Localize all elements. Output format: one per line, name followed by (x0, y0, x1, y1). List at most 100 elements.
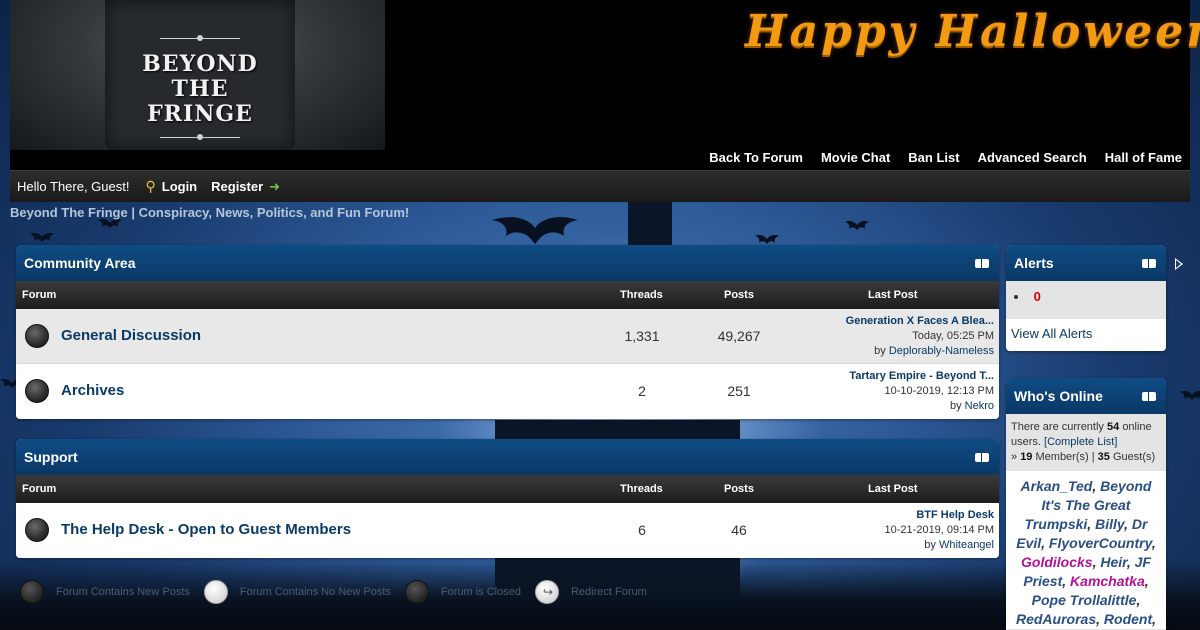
logo-line: THE (171, 76, 229, 102)
forum-status-icon (25, 379, 49, 403)
tombstone-graphic: BEYOND THE FRINGE (105, 0, 295, 150)
last-post-title[interactable]: Generation X Faces A Blea... (846, 315, 994, 327)
online-member[interactable]: Arkan_Ted (1021, 478, 1093, 494)
collapse-icon[interactable] (975, 453, 989, 462)
last-post-user[interactable]: Nekro (965, 400, 994, 412)
forum-legend: Forum Contains New Posts Forum Contains … (20, 580, 661, 604)
collapse-icon[interactable] (975, 259, 989, 268)
complete-list-link[interactable]: [Complete List] (1044, 436, 1117, 448)
collapse-icon[interactable] (1142, 392, 1156, 401)
forum-link[interactable]: Archives (61, 382, 124, 399)
column-threads: Threads (620, 289, 663, 301)
redirect-icon (534, 580, 559, 604)
online-count: 54 (1107, 421, 1120, 433)
alerts-title[interactable]: Alerts (1006, 245, 1166, 281)
last-post: BTF Help Desk 10-21-2019, 09:14 PM by Wh… (885, 508, 994, 553)
legend-new-posts: Forum Contains New Posts (20, 580, 190, 604)
login-link[interactable]: Login (162, 179, 197, 194)
bat-icon (490, 210, 580, 246)
thread-count: 2 (638, 383, 646, 399)
last-post-user[interactable]: Whiteangel (939, 539, 994, 551)
category-community-area: Community Area Forum Threads Posts Last … (16, 245, 999, 419)
column-forum: Forum (22, 289, 57, 301)
category-support: Support Forum Threads Posts Last Post Th… (16, 439, 999, 558)
bullet-icon (1014, 295, 1018, 299)
legend-no-new-posts: Forum Contains No New Posts (203, 580, 391, 604)
table-header: Forum Threads Posts Last Post (16, 281, 999, 309)
logo-line: BEYOND (142, 51, 258, 77)
online-member[interactable]: FlyoverCountry (1049, 535, 1152, 551)
forum-row: General Discussion 1,331 49,267 Generati… (16, 309, 999, 364)
column-posts: Posts (724, 483, 754, 495)
online-member[interactable]: Pope Trollalittle (1032, 592, 1137, 608)
post-count: 49,267 (717, 328, 761, 344)
forum-status-icon (25, 518, 49, 542)
view-all-alerts-link[interactable]: View All Alerts (1006, 319, 1166, 351)
top-navigation: Back To Forum Movie Chat Ban List Advanc… (709, 150, 1182, 165)
key-icon: ⚲ (145, 178, 156, 194)
register-link[interactable]: Register (211, 179, 263, 194)
last-post: Generation X Faces A Blea... Today, 05:2… (846, 314, 994, 359)
alerts-panel: Alerts 0 View All Alerts (1006, 245, 1166, 351)
nav-movie-chat[interactable]: Movie Chat (821, 150, 890, 165)
last-post: Tartary Empire - Beyond T... 10-10-2019,… (849, 369, 994, 414)
online-member[interactable]: Billy (1095, 516, 1124, 532)
alerts-list: 0 (1006, 281, 1166, 319)
last-post-time: 10-10-2019, 12:13 PM (884, 385, 994, 397)
bat-icon (845, 220, 869, 230)
collapse-icon[interactable] (1142, 259, 1156, 268)
bat-icon (30, 232, 54, 242)
column-last-post: Last Post (868, 289, 918, 301)
post-count: 46 (731, 522, 747, 538)
category-title[interactable]: Support (16, 439, 999, 475)
last-post-user[interactable]: Deplorably-Nameless (889, 345, 994, 357)
forum-link[interactable]: The Help Desk - Open to Guest Members (61, 521, 351, 538)
alert-count[interactable]: 0 (1034, 289, 1041, 304)
online-moderator[interactable]: Kamchatka (1070, 573, 1145, 589)
last-post-by: by (874, 345, 886, 357)
logo-ornament (160, 35, 240, 41)
category-title[interactable]: Community Area (16, 245, 999, 281)
site-header: BEYOND THE FRINGE Happy Halloween! Back … (10, 0, 1200, 170)
logo-ornament (160, 134, 240, 140)
table-header: Forum Threads Posts Last Post (16, 475, 999, 503)
column-forum: Forum (22, 483, 57, 495)
logo-text: BEYOND THE FRINGE (105, 52, 295, 127)
online-summary: There are currently 54 online users. [Co… (1011, 421, 1156, 463)
legend-redirect: Redirect Forum (534, 580, 647, 604)
nav-ban-list[interactable]: Ban List (908, 150, 959, 165)
bat-icon (755, 234, 779, 244)
forum-row: The Help Desk - Open to Guest Members 6 … (16, 503, 999, 558)
whos-online-panel: Who's Online There are currently 54 onli… (1006, 378, 1166, 630)
online-member[interactable]: RedAuroras (1016, 611, 1096, 627)
column-last-post: Last Post (868, 483, 918, 495)
arrow-right-icon: ➜ (269, 178, 281, 194)
last-post-title[interactable]: BTF Help Desk (916, 509, 994, 521)
guests-count: 35 (1097, 451, 1110, 463)
online-moderator[interactable]: Goldilocks (1021, 554, 1093, 570)
board-title: Beyond The Fringe | Conspiracy, News, Po… (10, 205, 410, 220)
halloween-banner: Happy Halloween! (745, 6, 1200, 57)
forum-closed-icon (404, 580, 429, 604)
site-logo[interactable]: BEYOND THE FRINGE (10, 0, 385, 150)
bat-icon (1180, 390, 1200, 400)
nav-back-to-forum[interactable]: Back To Forum (709, 150, 803, 165)
online-member[interactable]: Rodent (1104, 611, 1152, 627)
no-new-posts-icon (203, 580, 228, 604)
members-count: 19 (1020, 451, 1033, 463)
guest-greeting: Hello There, Guest! (17, 179, 130, 194)
forum-row: Archives 2 251 Tartary Empire - Beyond T… (16, 364, 999, 419)
nav-advanced-search[interactable]: Advanced Search (978, 150, 1087, 165)
online-member[interactable]: Heir (1100, 554, 1126, 570)
last-post-title[interactable]: Tartary Empire - Beyond T... (849, 370, 994, 382)
column-posts: Posts (724, 289, 754, 301)
sidebar-toggle-icon[interactable] (1175, 258, 1183, 270)
logo-line: FRINGE (147, 101, 253, 127)
last-post-by: by (924, 539, 936, 551)
user-bar: Hello There, Guest! ⚲ Login Register ➜ (10, 170, 1190, 202)
forum-link[interactable]: General Discussion (61, 327, 201, 344)
last-post-by: by (949, 400, 962, 412)
nav-hall-of-fame[interactable]: Hall of Fame (1105, 150, 1182, 165)
legend-closed: Forum is Closed (404, 580, 521, 604)
whos-online-title[interactable]: Who's Online (1006, 378, 1166, 414)
